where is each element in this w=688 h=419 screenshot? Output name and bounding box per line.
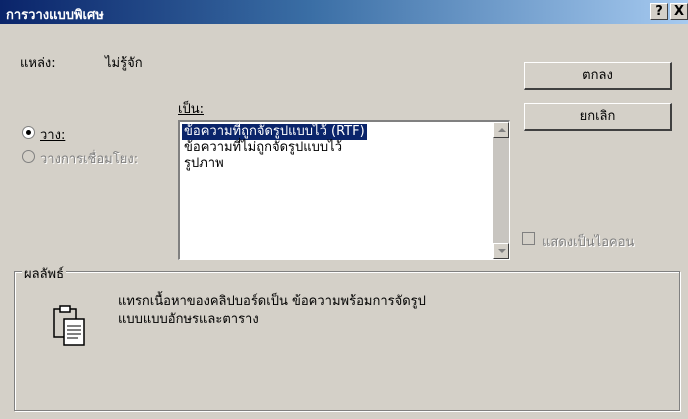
title-bar[interactable]: การวางแบบพิเศษ ? X bbox=[0, 0, 688, 24]
paste-link-radio[interactable] bbox=[22, 150, 35, 163]
paste-radio[interactable] bbox=[22, 126, 35, 139]
source-value: ไม่รู้จัก bbox=[105, 56, 143, 71]
paste-link-radio-label[interactable]: วางการเชื่อมโยง: bbox=[40, 148, 138, 169]
scroll-up-button[interactable] bbox=[493, 122, 509, 138]
as-listbox[interactable]: ข้อความที่ถูกจัดรูปแบบไว้ (RTF) ข้อความท… bbox=[178, 120, 510, 260]
source-label: แหล่ง: bbox=[20, 56, 56, 71]
cancel-button[interactable]: ยกเลิก bbox=[524, 103, 672, 131]
help-icon: ? bbox=[655, 4, 663, 19]
close-button[interactable]: X bbox=[670, 3, 688, 20]
list-item[interactable]: ข้อความที่ถูกจัดรูปแบบไว้ (RTF) bbox=[182, 124, 367, 140]
paste-special-dialog: การวางแบบพิเศษ ? X แหล่ง: ไม่รู้จัก เป็น… bbox=[0, 0, 688, 419]
help-button[interactable]: ? bbox=[650, 3, 668, 20]
paste-radio-label[interactable]: วาง: bbox=[40, 124, 65, 145]
result-description-line2: แบบแบบอักษรและตาราง bbox=[118, 312, 259, 327]
clipboard-paste-icon bbox=[53, 305, 85, 346]
vertical-scrollbar[interactable] bbox=[493, 122, 509, 259]
list-item[interactable]: รูปภาพ bbox=[182, 156, 226, 172]
display-as-icon-label[interactable]: แสดงเป็นไอคอน bbox=[542, 231, 634, 252]
display-as-icon-checkbox[interactable] bbox=[522, 232, 535, 245]
as-label: เป็น: bbox=[178, 102, 204, 117]
result-legend: ผลลัพธ์ bbox=[22, 263, 67, 284]
close-icon: X bbox=[673, 4, 685, 19]
arrow-down-icon bbox=[498, 249, 506, 253]
scroll-down-button[interactable] bbox=[493, 243, 509, 259]
dialog-title: การวางแบบพิเศษ bbox=[6, 8, 104, 23]
list-item[interactable]: ข้อความที่ไม่ถูกจัดรูปแบบไว้ bbox=[182, 140, 344, 156]
radio-selected-dot bbox=[26, 130, 31, 135]
arrow-up-icon bbox=[498, 128, 506, 132]
ok-button[interactable]: ตกลง bbox=[524, 62, 672, 90]
